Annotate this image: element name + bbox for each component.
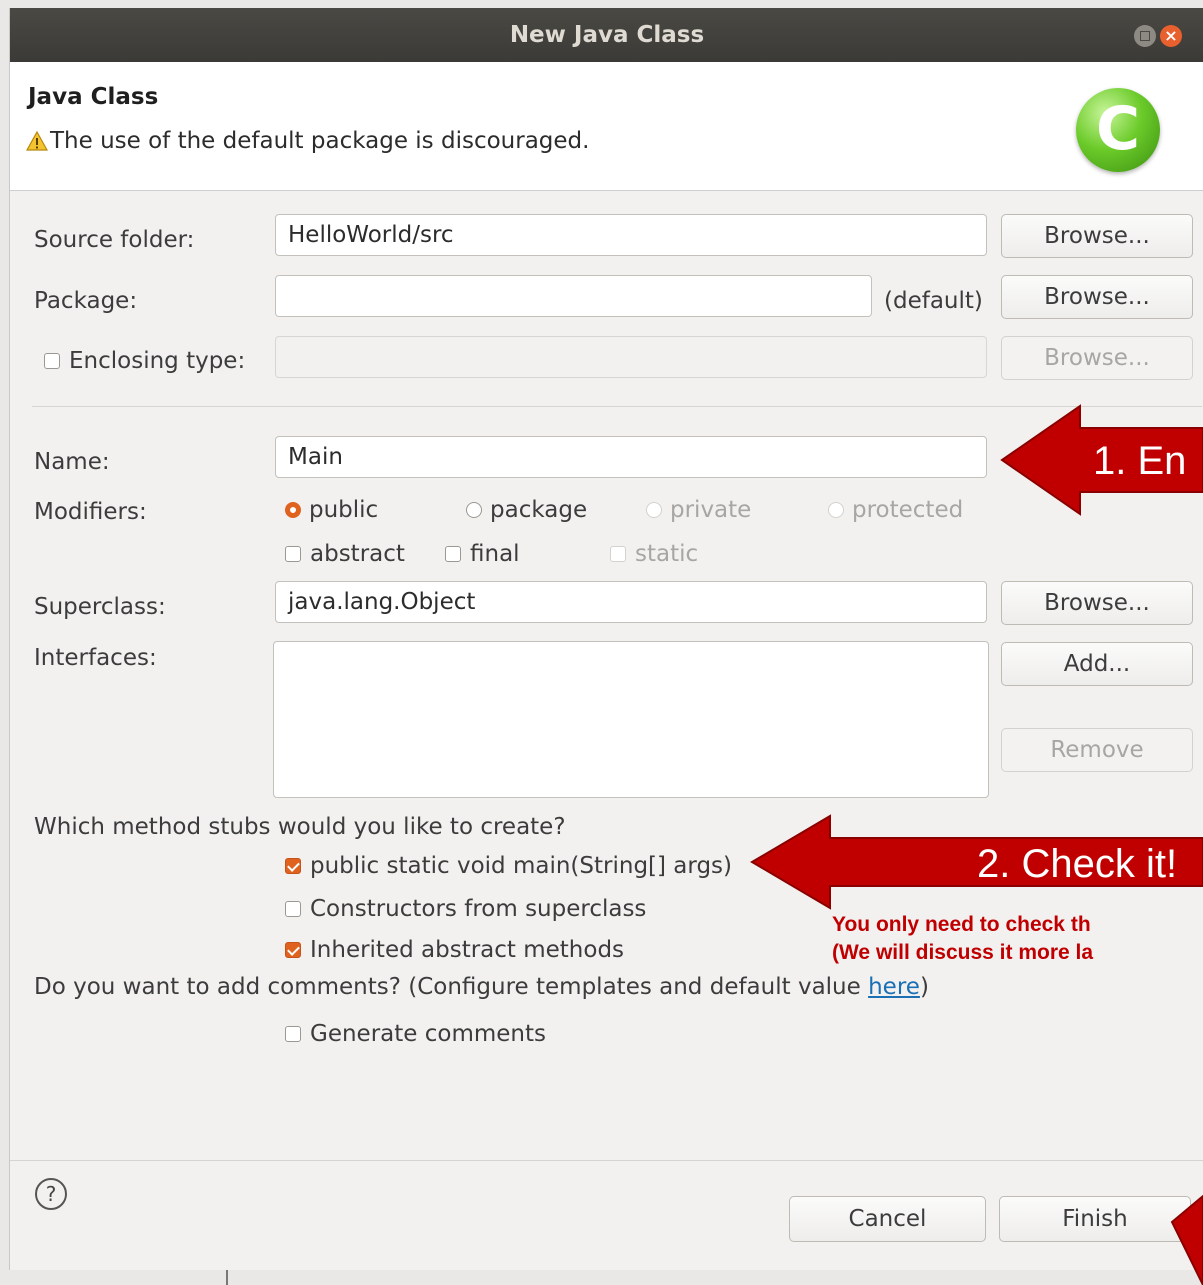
step3-arrow (1170, 1194, 1203, 1285)
step1-callout: 1. En (1093, 439, 1187, 483)
step2-callout: 2. Check it! (977, 842, 1178, 886)
note-line-1: You only need to check th (832, 913, 1091, 936)
note-line-2: (We will discuss it more la (832, 941, 1094, 964)
annotation-overlay (750, 404, 1203, 1285)
